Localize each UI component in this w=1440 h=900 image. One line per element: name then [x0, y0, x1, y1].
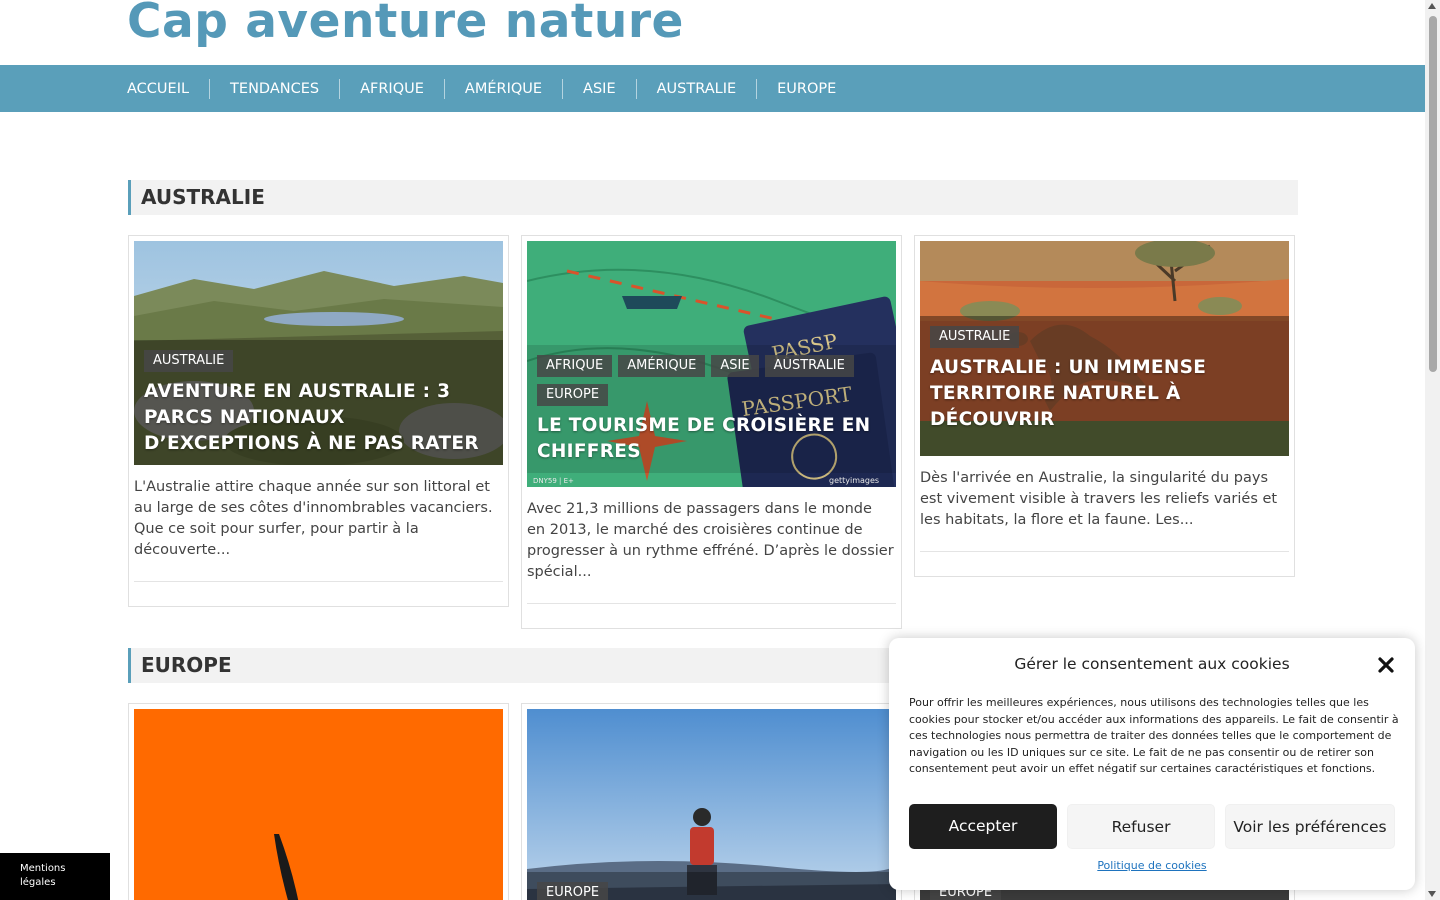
article-image[interactable]: AUSTRALIE AVENTURE EN AUSTRALIE : 3 PARC…	[134, 241, 503, 465]
nav-item-australie[interactable]: AUSTRALIE	[635, 78, 757, 99]
page-scrollbar[interactable]	[1425, 0, 1440, 900]
article-title[interactable]: AUSTRALIE : UN IMMENSE TERRITOIRE NATURE…	[930, 355, 1279, 433]
preferences-button[interactable]: Voir les préférences	[1225, 804, 1395, 849]
legal-notice-widget[interactable]: Mentions légales	[0, 853, 110, 900]
scroll-up-arrow-icon[interactable]	[1428, 3, 1436, 9]
main-navigation: ACCUEIL TENDANCES AFRIQUE AMÉRIQUE ASIE …	[0, 65, 1425, 112]
tag-list: AUSTRALIE	[144, 350, 493, 379]
nav-item-europe[interactable]: EUROPE	[756, 78, 856, 99]
article-excerpt: Avec 21,3 millions de passagers dans le …	[527, 501, 894, 580]
nav-item-amerique[interactable]: AMÉRIQUE	[443, 78, 562, 99]
category-tag[interactable]: AFRIQUE	[537, 355, 613, 377]
category-tag[interactable]: AMÉRIQUE	[618, 355, 706, 377]
site-title[interactable]: Cap aventure nature	[127, 0, 684, 49]
nav-item-afrique[interactable]: AFRIQUE	[339, 78, 444, 99]
tag-list: AUSTRALIE	[930, 326, 1279, 355]
article-excerpt: L'Australie attire chaque année sur son …	[134, 479, 493, 558]
article-card: AUSTRALIE AUSTRALIE : UN IMMENSE TERRITO…	[914, 235, 1295, 577]
nav-list: ACCUEIL TENDANCES AFRIQUE AMÉRIQUE ASIE …	[127, 65, 856, 112]
article-card: EUROPE	[521, 703, 902, 900]
category-tag[interactable]: EUROPE	[537, 384, 609, 406]
cookie-policy-link[interactable]: Politique de cookies	[889, 859, 1415, 872]
site-header: Cap aventure nature	[0, 0, 1425, 65]
article-image[interactable]: PASSP PASSPORT DNY59 | E+ gettyimages AF…	[527, 241, 896, 487]
category-tag[interactable]: EUROPE	[537, 882, 609, 900]
article-image[interactable]: AUSTRALIE AUSTRALIE : UN IMMENSE TERRITO…	[920, 241, 1289, 456]
image-credit: DNY59 | E+	[533, 477, 574, 485]
article-excerpt: Dès l'arrivée en Australie, la singulari…	[920, 470, 1278, 528]
nav-item-asie[interactable]: ASIE	[562, 78, 636, 99]
tag-list: AFRIQUE AMÉRIQUE ASIE AUSTRALIE EUROPE	[537, 355, 886, 413]
card-overlay: AFRIQUE AMÉRIQUE ASIE AUSTRALIE EUROPE L…	[527, 345, 896, 473]
nav-item-accueil[interactable]: ACCUEIL	[127, 79, 209, 99]
accept-button[interactable]: Accepter	[909, 804, 1057, 849]
section-heading-australie: AUSTRALIE	[128, 180, 1298, 215]
card-footer	[527, 603, 896, 623]
tag-list: EUROPE	[537, 882, 886, 900]
card-footer	[920, 551, 1289, 571]
cookie-dialog-title: Gérer le consentement aux cookies	[1014, 655, 1290, 673]
cookie-consent-dialog: Gérer le consentement aux cookies Pour o…	[889, 638, 1415, 890]
scrollbar-thumb[interactable]	[1429, 16, 1437, 372]
sunset-image	[134, 709, 503, 900]
refuse-button[interactable]: Refuser	[1067, 804, 1215, 849]
article-image[interactable]: EUROPE	[527, 709, 896, 900]
article-card: PASSP PASSPORT DNY59 | E+ gettyimages AF…	[521, 235, 902, 629]
card-overlay: AUSTRALIE AVENTURE EN AUSTRALIE : 3 PARC…	[134, 340, 503, 465]
article-card	[128, 703, 509, 900]
card-footer	[134, 581, 503, 601]
scroll-down-arrow-icon[interactable]	[1428, 891, 1436, 897]
cookie-description: Pour offrir les meilleures expériences, …	[909, 696, 1399, 775]
card-overlay: AUSTRALIE AUSTRALIE : UN IMMENSE TERRITO…	[920, 316, 1289, 456]
article-image[interactable]	[134, 709, 503, 900]
image-credit-brand: gettyimages	[829, 476, 879, 485]
category-tag[interactable]: ASIE	[711, 355, 759, 377]
category-tag[interactable]: AUSTRALIE	[930, 326, 1020, 348]
article-title[interactable]: AVENTURE EN AUSTRALIE : 3 PARCS NATIONAU…	[144, 379, 493, 457]
category-tag[interactable]: AUSTRALIE	[764, 355, 854, 377]
category-tag[interactable]: AUSTRALIE	[144, 350, 234, 372]
article-card: AUSTRALIE AVENTURE EN AUSTRALIE : 3 PARC…	[128, 235, 509, 607]
article-title[interactable]: LE TOURISME DE CROISIÈRE EN CHIFFRES	[537, 413, 886, 465]
nav-item-tendances[interactable]: TENDANCES	[209, 78, 339, 99]
close-icon[interactable]	[1375, 654, 1397, 676]
card-overlay: EUROPE	[527, 872, 896, 900]
